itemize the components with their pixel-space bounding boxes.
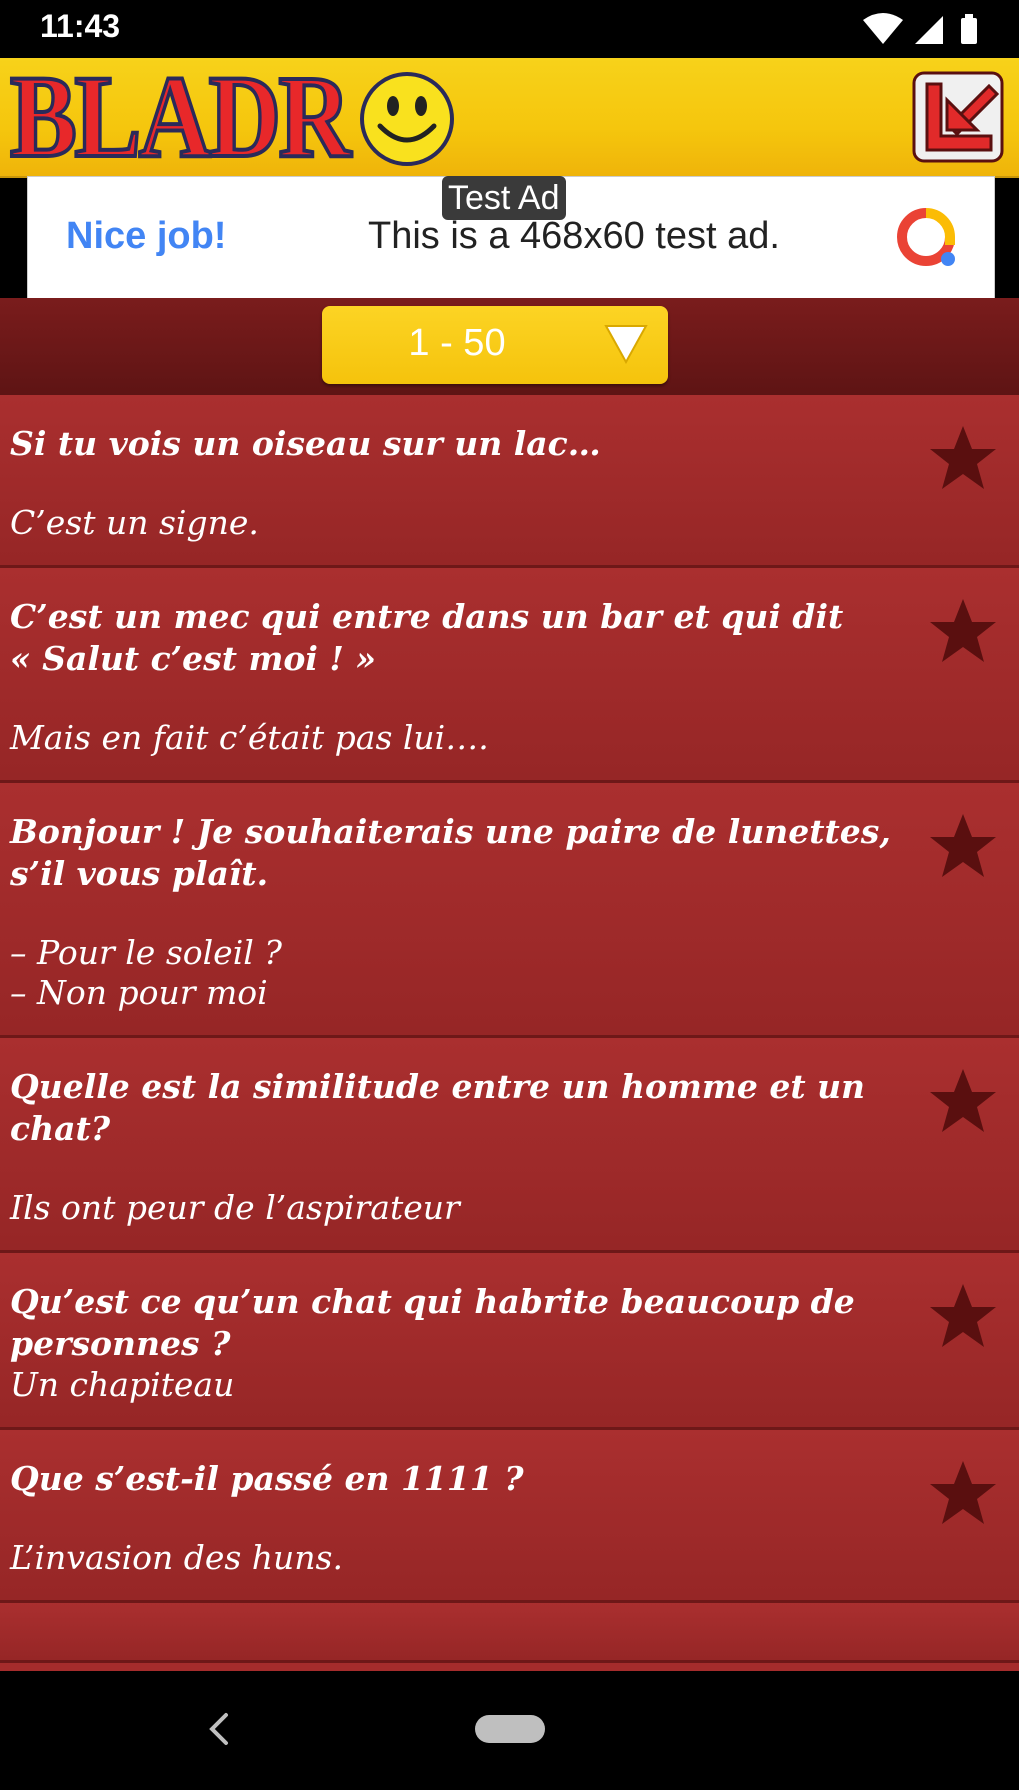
joke-answer: Mais en fait c’était pas lui…. bbox=[10, 718, 489, 757]
page-range-dropdown[interactable]: 1 - 50 bbox=[322, 306, 668, 384]
joke-question: Qu’est ce qu’un chat qui habrite beaucou… bbox=[10, 1282, 855, 1363]
joke-item[interactable]: C’est un mec qui entre dans un bar et qu… bbox=[0, 568, 1019, 783]
joke-question: Bonjour ! Je souhaiterais une paire de l… bbox=[10, 812, 891, 893]
status-bar: 11:43 bbox=[0, 0, 1019, 58]
joke-question: Quelle est la similitude entre un homme … bbox=[10, 1067, 866, 1148]
page-bar: 1 - 50 bbox=[0, 298, 1019, 395]
star-icon[interactable] bbox=[927, 811, 999, 881]
logo-text: BLADR bbox=[8, 51, 352, 182]
ad-label: Test Ad bbox=[442, 176, 566, 220]
exit-arrow-icon[interactable] bbox=[911, 70, 1005, 164]
smiley-icon bbox=[360, 72, 454, 166]
back-icon[interactable] bbox=[208, 1711, 230, 1747]
system-nav-bar bbox=[0, 1671, 1019, 1790]
joke-item[interactable]: Si tu vois un oiseau sur un lac… C’est u… bbox=[0, 395, 1019, 568]
status-icons bbox=[863, 12, 983, 46]
joke-item[interactable]: Qu’est ce qu’un chat qui habrite beaucou… bbox=[0, 1253, 1019, 1430]
joke-list[interactable]: Si tu vois un oiseau sur un lac… C’est u… bbox=[0, 395, 1019, 1671]
joke-answer: – Pour le soleil ? – Non pour moi bbox=[10, 933, 282, 1012]
battery-icon bbox=[961, 14, 977, 44]
joke-item-partial[interactable] bbox=[0, 1603, 1019, 1663]
joke-question: Que s’est-il passé en 1111 ? bbox=[10, 1459, 524, 1498]
joke-item[interactable]: Bonjour ! Je souhaiterais une paire de l… bbox=[0, 783, 1019, 1038]
ad-brand-icon bbox=[897, 208, 955, 266]
app-header: BLADR bbox=[0, 51, 1019, 182]
joke-question: C’est un mec qui entre dans un bar et qu… bbox=[10, 597, 844, 678]
joke-answer: C’est un signe. bbox=[10, 503, 259, 542]
star-icon[interactable] bbox=[927, 1066, 999, 1136]
joke-item[interactable]: Que s’est-il passé en 1111 ? L’invasion … bbox=[0, 1430, 1019, 1603]
ad-text: This is a 468x60 test ad. bbox=[368, 215, 780, 257]
cell-signal-icon bbox=[915, 16, 943, 44]
wifi-icon bbox=[863, 13, 903, 44]
joke-question: Si tu vois un oiseau sur un lac… bbox=[10, 424, 601, 463]
joke-item[interactable]: Quelle est la similitude entre un homme … bbox=[0, 1038, 1019, 1253]
ad-headline: Nice job! bbox=[66, 215, 227, 257]
chevron-down-icon bbox=[604, 325, 648, 364]
star-icon[interactable] bbox=[927, 1281, 999, 1351]
status-time: 11:43 bbox=[40, 8, 121, 44]
joke-answer: Un chapiteau bbox=[10, 1365, 235, 1404]
star-icon[interactable] bbox=[927, 596, 999, 666]
joke-answer: Ils ont peur de l’aspirateur bbox=[10, 1188, 460, 1227]
star-icon[interactable] bbox=[927, 423, 999, 493]
joke-answer: L’invasion des huns. bbox=[10, 1538, 343, 1577]
star-icon[interactable] bbox=[927, 1458, 999, 1528]
home-pill-icon[interactable] bbox=[475, 1715, 545, 1743]
page-range-value: 1 - 50 bbox=[408, 322, 506, 364]
